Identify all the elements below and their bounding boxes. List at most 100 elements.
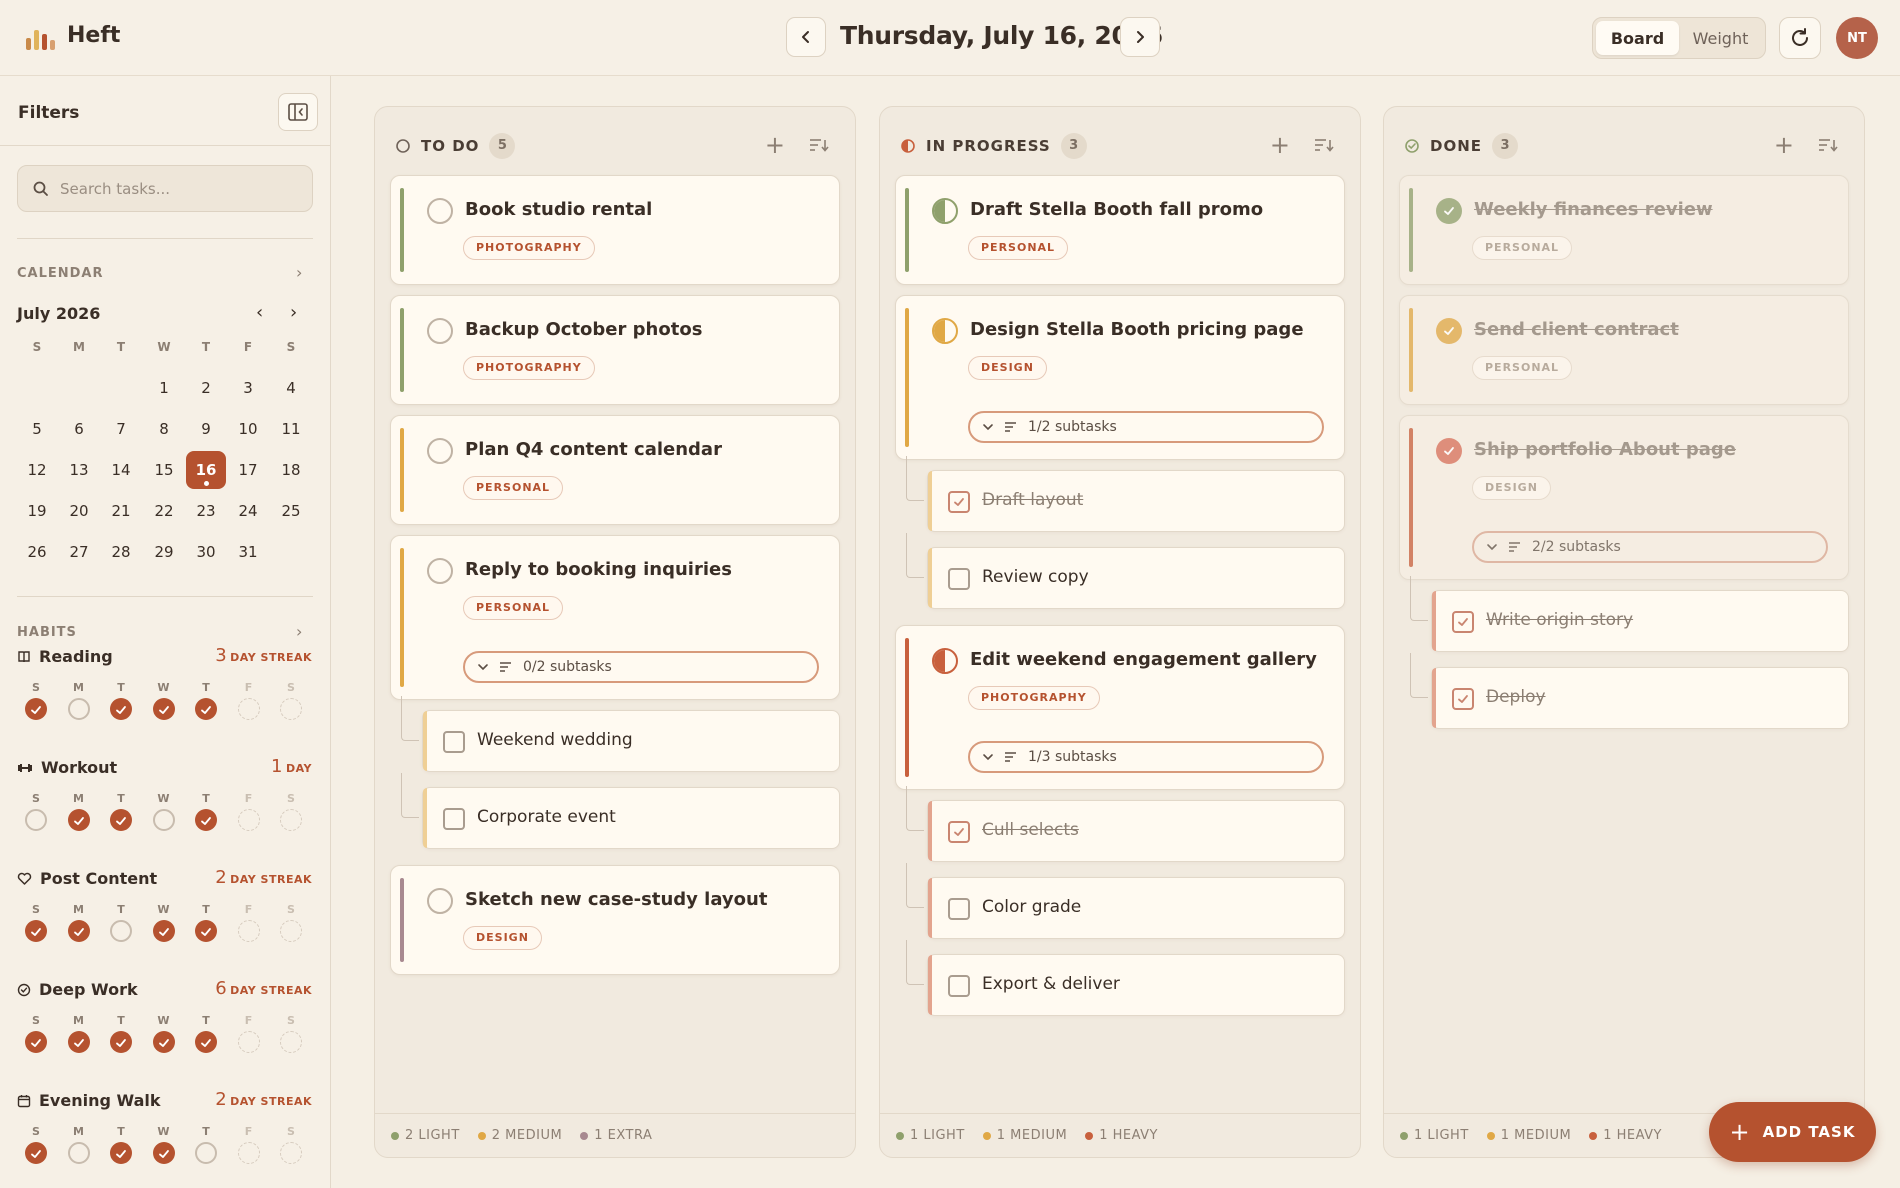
calendar-day[interactable]: 11 [271,410,311,448]
habit-day-done[interactable] [25,1142,47,1164]
task-status-circle-icon[interactable] [427,198,453,224]
habit-day-done[interactable] [67,809,90,831]
search-input[interactable] [60,176,300,202]
task-complete-icon[interactable] [1436,318,1462,344]
sort-icon[interactable] [1818,137,1838,157]
habit-day-done[interactable] [195,1031,217,1053]
task-in-progress-icon[interactable] [932,318,958,344]
habit-day-done[interactable] [67,1031,90,1053]
add-card-plus-icon[interactable]: + [1270,133,1290,157]
calendar-expand-chevron-icon[interactable]: › [296,263,302,282]
habit-day-miss[interactable] [152,809,175,831]
habit-name[interactable]: Deep Work [17,980,138,999]
task-card[interactable]: Send client contract PERSONAL [1399,295,1849,405]
calendar-day[interactable]: 1 [144,369,184,407]
task-card[interactable]: Sketch new case-study layout DESIGN [390,865,840,975]
habit-day-done[interactable] [152,1142,175,1164]
task-status-circle-icon[interactable] [427,888,453,914]
task-card[interactable]: Reply to booking inquiries PERSONAL 0/2 su… [390,535,840,700]
task-status-circle-icon[interactable] [427,558,453,584]
task-card[interactable]: Book studio rental PHOTOGRAPHY [390,175,840,285]
habit-day-done[interactable] [110,698,132,720]
habit-day-miss[interactable] [67,698,90,720]
habit-day-done[interactable] [152,920,175,942]
subtask-item[interactable]: Corporate event [422,787,840,849]
subtask-item[interactable]: Draft layout [927,470,1345,532]
calendar-day[interactable]: 25 [271,492,311,530]
calendar-day[interactable]: 8 [144,410,184,448]
calendar-day[interactable]: 7 [101,410,141,448]
calendar-day[interactable]: 3 [228,369,268,407]
habit-day-done[interactable] [152,698,175,720]
subtask-checkbox[interactable] [443,808,465,830]
calendar-day[interactable]: 27 [59,533,99,571]
task-status-circle-icon[interactable] [427,318,453,344]
collapse-sidebar-button[interactable] [278,93,318,131]
subtask-checkbox-checked[interactable] [1452,611,1474,633]
habit-day-done[interactable] [195,809,217,831]
subtask-checkbox[interactable] [948,975,970,997]
calendar-day[interactable]: 21 [101,492,141,530]
task-card[interactable]: Weekly finances review PERSONAL [1399,175,1849,285]
calendar-day[interactable]: 29 [144,533,184,571]
calendar-day[interactable]: 15 [144,451,184,489]
task-complete-icon[interactable] [1436,438,1462,464]
habit-day-done[interactable] [25,920,47,942]
habit-name[interactable]: Workout [17,758,117,777]
calendar-day[interactable]: 24 [228,492,268,530]
habit-day-miss[interactable] [195,1142,217,1164]
calendar-day[interactable]: 19 [17,492,57,530]
calendar-day[interactable]: 23 [186,492,226,530]
task-in-progress-icon[interactable] [932,648,958,674]
add-card-plus-icon[interactable]: + [765,133,785,157]
subtask-item[interactable]: Weekend wedding [422,710,840,772]
next-month-button[interactable]: › [290,302,297,323]
habit-name[interactable]: Reading [17,647,113,666]
calendar-day[interactable]: 12 [17,451,57,489]
habit-day-done[interactable] [110,1142,132,1164]
sort-icon[interactable] [1314,137,1334,157]
calendar-day[interactable]: 2 [186,369,226,407]
task-tag[interactable]: PHOTOGRAPHY [463,236,595,260]
task-card[interactable]: Backup October photos PHOTOGRAPHY [390,295,840,405]
weight-view-button[interactable]: Weight [1679,21,1762,55]
task-tag[interactable]: PHOTOGRAPHY [463,356,595,380]
subtask-item[interactable]: Cull selects [927,800,1345,862]
task-complete-icon[interactable] [1436,198,1462,224]
habit-day-done[interactable] [25,1031,47,1053]
calendar-day[interactable]: 20 [59,492,99,530]
subtask-checkbox[interactable] [948,898,970,920]
sort-icon[interactable] [809,137,829,157]
calendar-day[interactable]: 6 [59,410,99,448]
task-card[interactable]: Ship portfolio About page DESIGN 2/2 subta… [1399,415,1849,580]
task-tag[interactable]: PERSONAL [463,476,564,500]
subtask-item[interactable]: Write origin story [1431,590,1849,652]
add-card-plus-icon[interactable]: + [1774,133,1794,157]
task-tag[interactable]: PERSONAL [968,236,1069,260]
habit-day-done[interactable] [67,920,90,942]
task-status-circle-icon[interactable] [427,438,453,464]
calendar-day[interactable]: 28 [101,533,141,571]
task-tag[interactable]: DESIGN [463,926,542,950]
task-tag[interactable]: PERSONAL [463,596,564,620]
subtask-checkbox[interactable] [443,731,465,753]
habit-day-miss[interactable] [110,920,132,942]
previous-day-button[interactable] [786,17,826,57]
user-avatar[interactable]: NT [1836,17,1878,59]
next-day-button[interactable] [1120,17,1160,57]
task-tag[interactable]: PERSONAL [1472,236,1573,260]
habit-name[interactable]: Post Content [17,869,157,888]
calendar-day[interactable]: 10 [228,410,268,448]
subtask-checkbox-checked[interactable] [1452,688,1474,710]
subtask-checkbox[interactable] [948,568,970,590]
subtask-item[interactable]: Deploy [1431,667,1849,729]
calendar-day[interactable]: 30 [186,533,226,571]
subtasks-toggle[interactable]: 0/2 subtasks [463,651,819,683]
task-card[interactable]: Plan Q4 content calendar PERSONAL [390,415,840,525]
calendar-day[interactable]: 4 [271,369,311,407]
calendar-day[interactable]: 14 [101,451,141,489]
refresh-button[interactable] [1779,17,1821,59]
subtasks-toggle[interactable]: 2/2 subtasks [1472,531,1828,563]
subtask-checkbox-checked[interactable] [948,491,970,513]
habit-day-miss[interactable] [25,809,47,831]
